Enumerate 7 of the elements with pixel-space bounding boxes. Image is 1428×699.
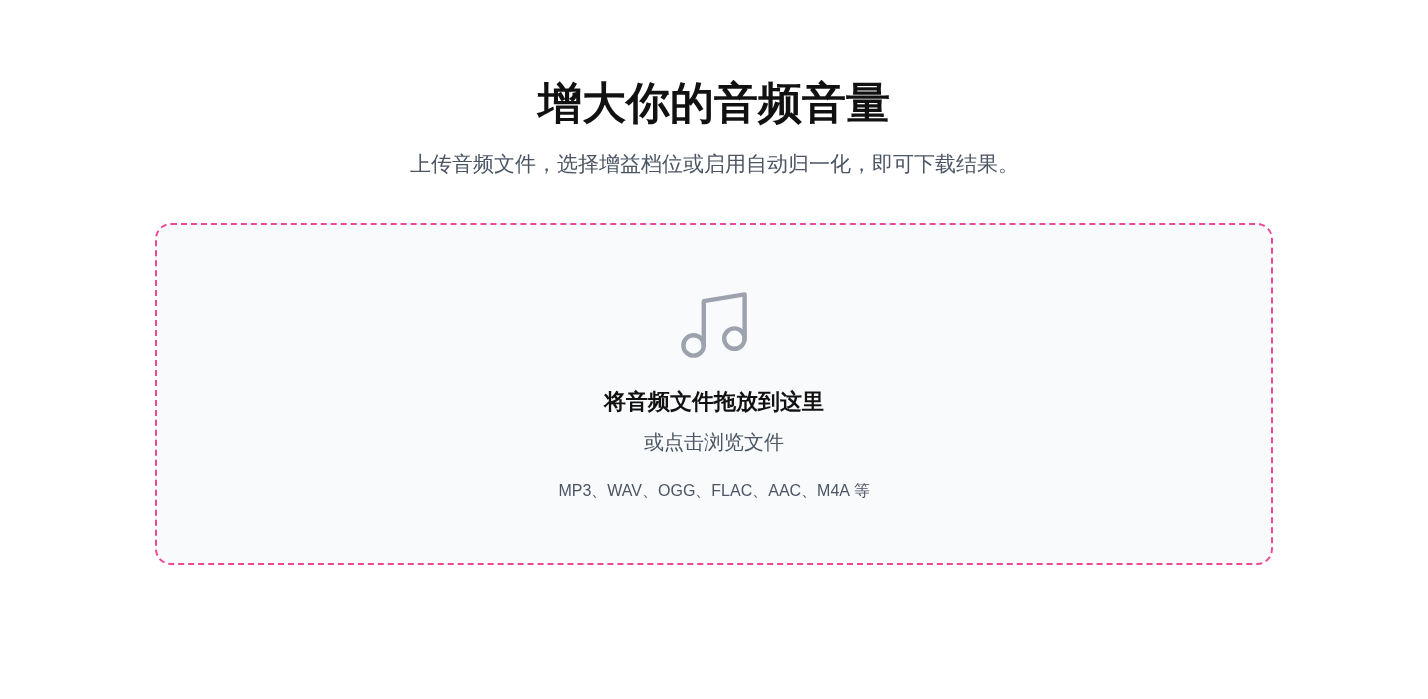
dropzone-heading: 将音频文件拖放到这里: [604, 388, 824, 416]
browse-hint: 或点击浏览文件: [644, 430, 784, 455]
music-note-icon: [681, 292, 747, 358]
supported-formats: MP3、WAV、OGG、FLAC、AAC、M4A 等: [558, 481, 870, 501]
upload-dropzone[interactable]: 将音频文件拖放到这里 或点击浏览文件 MP3、WAV、OGG、FLAC、AAC、M4A 等: [155, 223, 1273, 565]
page-subtitle: 上传音频文件，选择增益档位或启用自动归一化，即可下载结果。: [409, 151, 1019, 177]
page-title: 增大你的音频音量: [538, 77, 890, 129]
